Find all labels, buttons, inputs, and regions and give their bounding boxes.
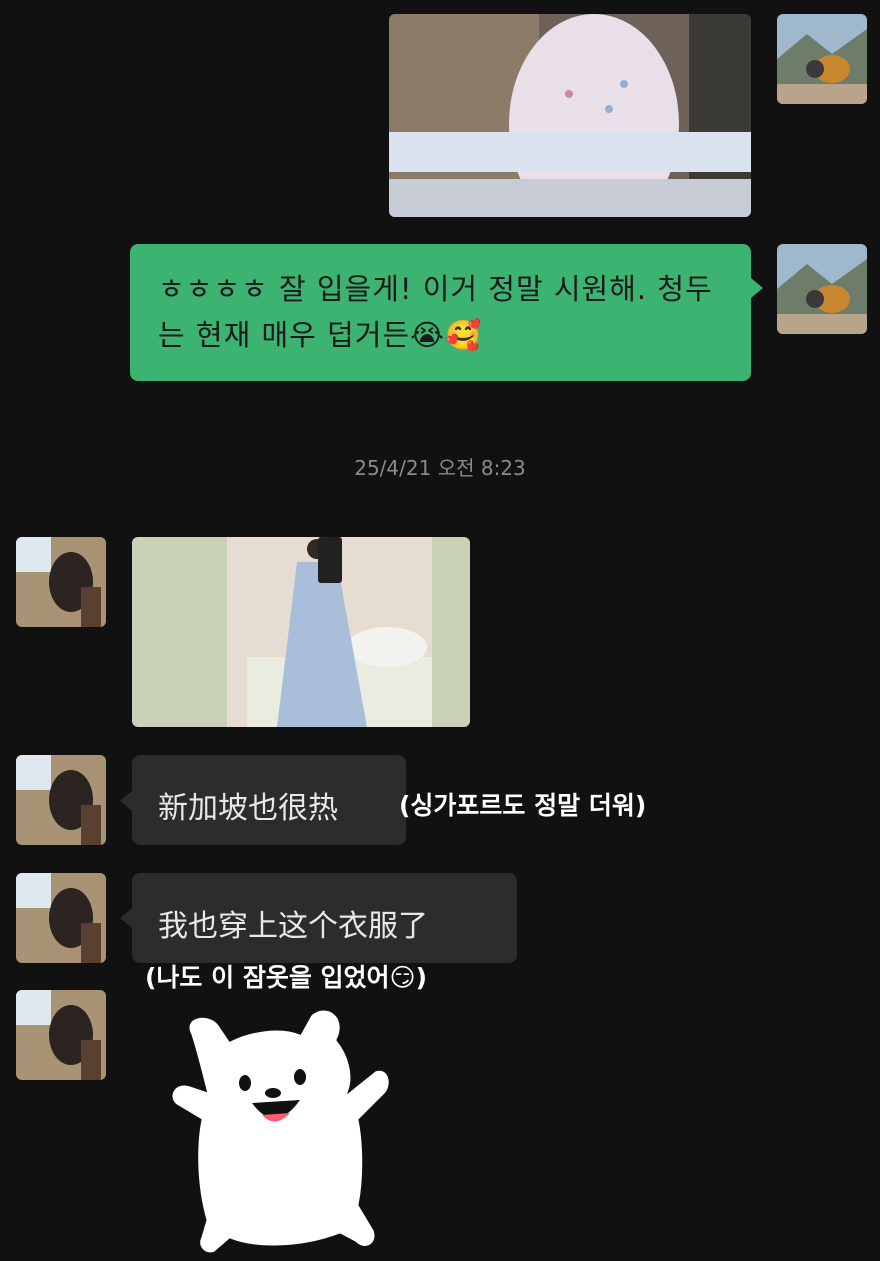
friend-avatar-2[interactable] (16, 755, 106, 845)
my-avatar-2[interactable] (777, 244, 867, 334)
sent-text: ㅎㅎㅎㅎ 잘 입을게! 이거 정말 시원해. 청두는 현재 매우 덥거든😭🥰 (158, 266, 728, 358)
friend-avatar-4[interactable] (16, 990, 106, 1080)
translation-caption-2: (나도 이 잠옷을 입었어😏) (145, 958, 427, 994)
received-text-bubble-2[interactable]: 我也穿上这个衣服了 (132, 873, 517, 963)
friend-avatar[interactable] (16, 537, 106, 627)
received-bubble-tail-2 (120, 908, 132, 928)
mirror-selfie-photo (132, 537, 470, 727)
avatar-photo-girl (16, 873, 106, 963)
avatar-photo-girl (16, 990, 106, 1080)
received-bubble-tail (120, 791, 132, 811)
white-puppy-sticker (169, 1007, 392, 1256)
sticker-message[interactable] (160, 995, 400, 1257)
avatar-photo-girl (16, 537, 106, 627)
received-text-2: 我也穿上这个衣服了 (158, 909, 428, 944)
translation-caption-1: (싱가포르도 정말 더워) (399, 791, 647, 820)
avatar-photo-girl (16, 755, 106, 845)
smiling-emoji-icon: 🥰 (445, 318, 483, 352)
sent-bubble-tail (751, 278, 763, 298)
crying-emoji-icon: 😭 (410, 318, 445, 352)
avatar-photo-dog (777, 244, 867, 334)
my-avatar[interactable] (777, 14, 867, 104)
received-text-1: 新加坡也很热 (158, 791, 338, 826)
sent-photo-message[interactable] (389, 14, 751, 217)
smirk-emoji-icon: 😏 (389, 963, 416, 992)
outfit-photo (389, 14, 751, 217)
received-text-bubble-1[interactable]: 新加坡也很热 (132, 755, 406, 845)
caption-2-close: ) (415, 963, 428, 992)
caption-2-text: (나도 이 잠옷을 입었어 (145, 963, 390, 992)
sent-text-bubble[interactable]: ㅎㅎㅎㅎ 잘 입을게! 이거 정말 시원해. 청두는 현재 매우 덥거든😭🥰 (130, 244, 751, 381)
received-photo-message[interactable] (132, 537, 470, 727)
friend-avatar-3[interactable] (16, 873, 106, 963)
timestamp: 25/4/21 오전 8:23 (354, 456, 526, 480)
avatar-photo-dog (777, 14, 867, 104)
